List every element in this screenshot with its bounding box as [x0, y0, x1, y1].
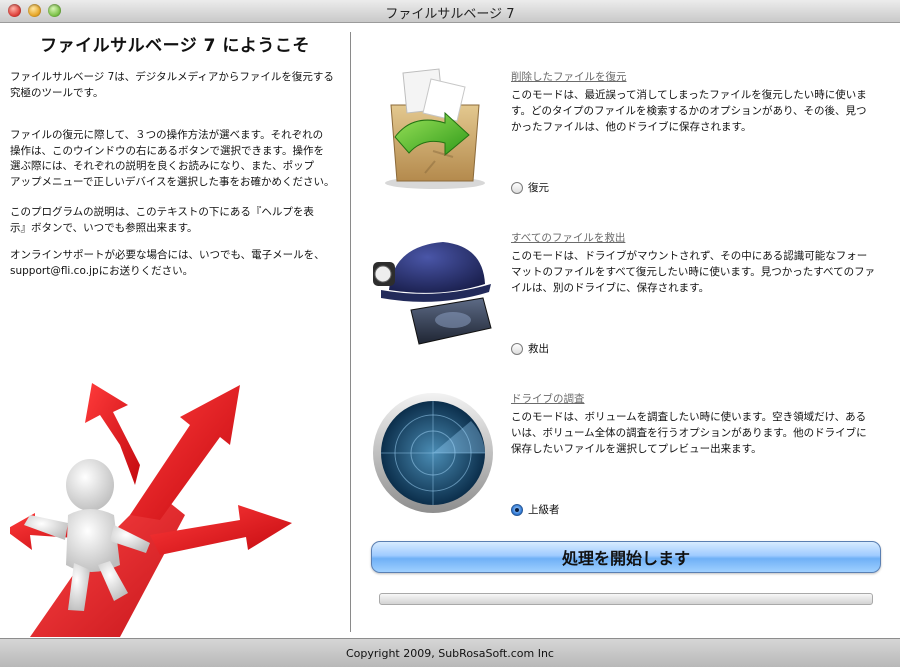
mode-recover-option[interactable]: 復元 — [511, 180, 549, 195]
mode-rescue-description: このモードは、ドライブがマウントされず、その中にある認識可能なフォーマットのファ… — [511, 250, 876, 294]
mode-panel: 削除したファイルを復元 このモードは、最近誤って消してしまったファイルを復元した… — [351, 23, 900, 638]
recover-radio-label: 復元 — [528, 182, 549, 194]
radar-icon — [373, 393, 493, 513]
mode-rescue-option[interactable]: 救出 — [511, 341, 549, 356]
rescue-helmet-icon — [373, 242, 492, 345]
advanced-radio-label: 上級者 — [528, 504, 560, 516]
recycle-box-icon — [385, 68, 485, 189]
title-bar: ファイルサルベージ 7 — [0, 0, 900, 23]
recover-radio[interactable] — [511, 181, 523, 194]
progress-bar — [379, 593, 873, 605]
welcome-title: ファイルサルベージ 7 にようこそ — [40, 36, 310, 56]
start-process-button[interactable]: 処理を開始します — [371, 541, 881, 573]
mode-inspect-heading: ドライブの調査 — [511, 393, 585, 405]
welcome-panel: ファイルサルベージ 7 にようこそ ファイルサルベージ 7は、デジタルメディアか… — [0, 23, 350, 638]
mode-rescue-heading: すべてのファイルを救出 — [511, 232, 626, 244]
app-window: ファイルサルベージ 7 ファイルサルベージ 7 にようこそ ファイルサルベージ … — [0, 0, 900, 667]
welcome-paragraph-modes: ファイルの復元に際して、３つの操作方法が選べます。それぞれの 操作は、このウイン… — [10, 129, 335, 188]
rescue-radio[interactable] — [511, 342, 523, 355]
advanced-radio[interactable] — [511, 503, 523, 516]
welcome-paragraph-intro: ファイルサルベージ 7は、デジタルメディアからファイルを復元する 究極のツールで… — [10, 71, 334, 99]
mode-recover-description: このモードは、最近誤って消してしまったファイルを復元したい時に使います。どのタイ… — [511, 89, 867, 133]
status-bar: Copyright 2009, SubRosaSoft.com Inc — [0, 638, 900, 667]
welcome-paragraph-support: オンラインサポートが必要な場合には、いつでも、電子メールを、 support@f… — [10, 249, 325, 277]
welcome-paragraph-help: このプログラムの説明は、このテキストの下にある『ヘルプを表 示』ボタンで、いつで… — [10, 206, 314, 234]
copyright-text: Copyright 2009, SubRosaSoft.com Inc — [346, 647, 554, 660]
mode-inspect-option[interactable]: 上級者 — [511, 502, 560, 517]
mode-recover-heading: 削除したファイルを復元 — [511, 71, 627, 83]
rescue-radio-label: 救出 — [528, 343, 549, 355]
crossroads-illustration — [10, 383, 292, 637]
window-title: ファイルサルベージ 7 — [385, 7, 515, 22]
mode-inspect-description: このモードは、ボリュームを調査したい時に使います。空き領域だけ、あるいは、ボリュ… — [511, 411, 867, 455]
